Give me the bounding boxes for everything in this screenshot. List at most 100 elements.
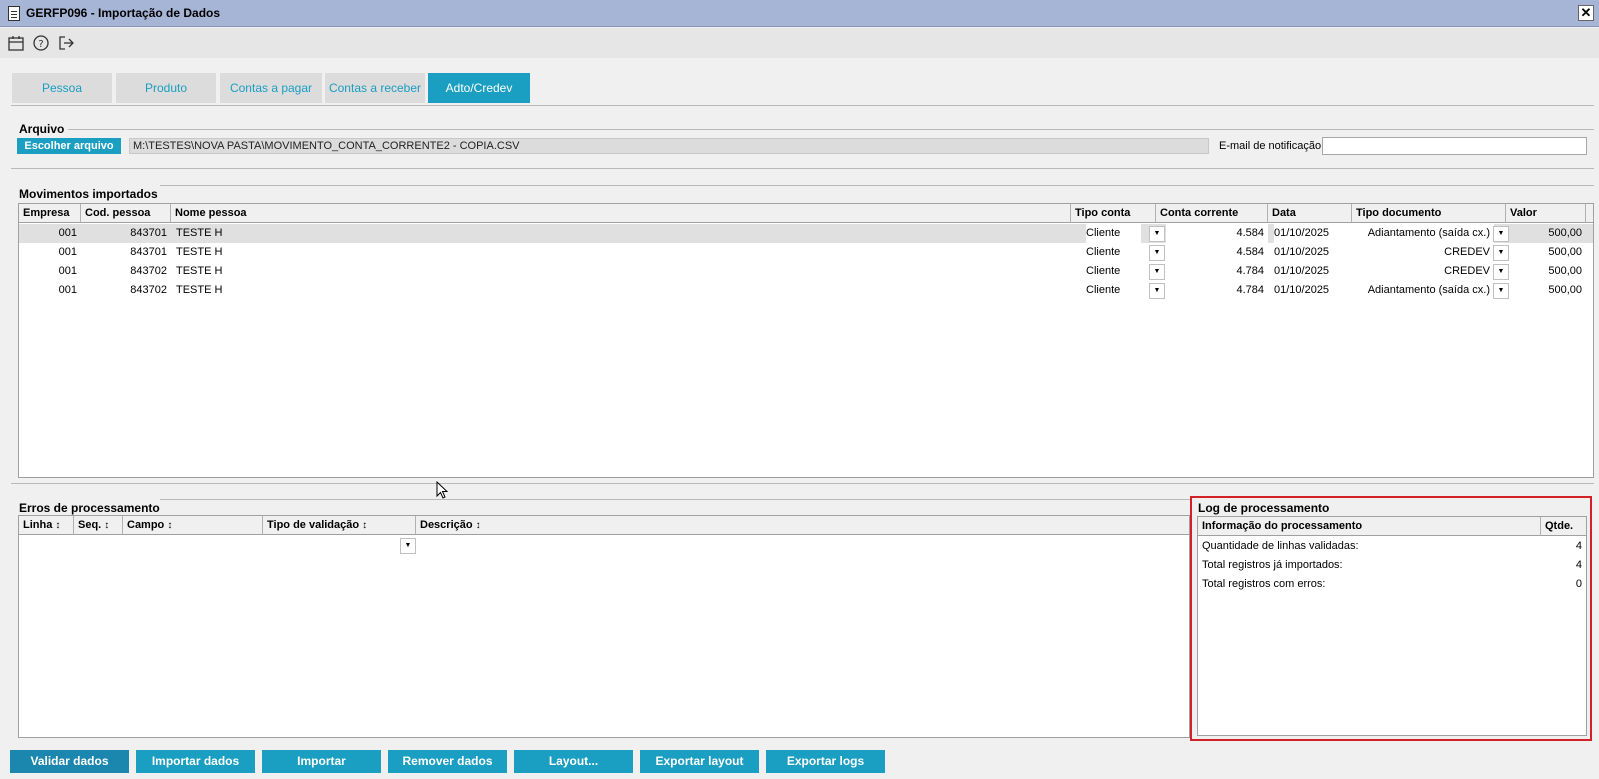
col-linha[interactable]: Linha ↕ bbox=[19, 516, 74, 535]
cell-conta-corrente: 4.584 bbox=[1166, 224, 1268, 243]
exportar-layout-button[interactable]: Exportar layout bbox=[640, 750, 759, 773]
col-label: Seq. bbox=[78, 519, 102, 531]
sort-icon: ↕ bbox=[167, 520, 173, 531]
log-info: Quantidade de linhas validadas: bbox=[1202, 540, 1359, 552]
chevron-down-icon[interactable]: ▼ bbox=[1493, 264, 1509, 280]
remover-dados-button[interactable]: Remover dados bbox=[388, 750, 507, 773]
cell-tipo-documento[interactable]: CREDEV bbox=[1352, 262, 1494, 281]
divider bbox=[11, 168, 1594, 169]
col-descricao[interactable]: Descrição ↕ bbox=[416, 516, 1189, 535]
col-nome-pessoa[interactable]: Nome pessoa bbox=[171, 204, 1071, 223]
chevron-down-icon[interactable]: ▼ bbox=[1493, 226, 1509, 242]
cell-valor: 500,00 bbox=[1548, 265, 1582, 277]
cell-tipo-conta[interactable]: Cliente bbox=[1086, 243, 1141, 262]
cell-conta-corrente: 4.584 bbox=[1236, 246, 1264, 258]
sort-icon: ↕ bbox=[475, 520, 481, 531]
cell-empresa: 001 bbox=[58, 246, 77, 258]
chevron-down-icon[interactable]: ▼ bbox=[1493, 245, 1509, 261]
cell-nome-pessoa: TESTE H bbox=[176, 284, 223, 296]
col-informacao[interactable]: Informação do processamento bbox=[1198, 517, 1541, 536]
col-label: Campo bbox=[127, 519, 165, 531]
tab-adto-credev[interactable]: Adto/Credev bbox=[428, 73, 530, 103]
col-qtde[interactable]: Qtde. bbox=[1541, 517, 1586, 536]
chevron-down-icon[interactable]: ▼ bbox=[400, 538, 416, 554]
validar-dados-button[interactable]: Validar dados bbox=[10, 750, 129, 773]
table-row[interactable]: 001 843701 TESTE H Cliente ▼ 4.584 01/10… bbox=[19, 224, 1593, 243]
movimentos-grid: Empresa Cod. pessoa Nome pessoa Tipo con… bbox=[18, 203, 1594, 478]
cell-tipo-documento[interactable]: CREDEV bbox=[1352, 243, 1494, 262]
tab-contas-a-receber[interactable]: Contas a receber bbox=[325, 73, 425, 103]
log-panel: Log de processamento Informação do proce… bbox=[1190, 496, 1592, 741]
col-cod-pessoa[interactable]: Cod. pessoa bbox=[81, 204, 171, 223]
grid-header: Informação do processamento Qtde. bbox=[1198, 517, 1586, 536]
chevron-down-icon[interactable]: ▼ bbox=[1149, 226, 1165, 242]
cell-tipo-conta[interactable]: Cliente bbox=[1086, 224, 1141, 243]
window-title: GERFP096 - Importação de Dados bbox=[26, 6, 221, 20]
cell-tipo-documento[interactable]: Adiantamento (saída cx.) bbox=[1352, 281, 1494, 300]
divider bbox=[160, 185, 1594, 186]
chevron-down-icon[interactable]: ▼ bbox=[1149, 264, 1165, 280]
col-campo[interactable]: Campo ↕ bbox=[123, 516, 263, 535]
chevron-down-icon[interactable]: ▼ bbox=[1493, 283, 1509, 299]
chevron-down-icon[interactable]: ▼ bbox=[1149, 283, 1165, 299]
log-info: Total registros com erros: bbox=[1202, 578, 1326, 590]
mouse-cursor-icon bbox=[436, 481, 449, 499]
email-field[interactable] bbox=[1322, 137, 1587, 155]
movimentos-label: Movimentos importados bbox=[19, 187, 158, 201]
list-item: Total registros já importados: 4 bbox=[1198, 556, 1586, 575]
exportar-logs-button[interactable]: Exportar logs bbox=[766, 750, 885, 773]
cell-cod-pessoa: 843701 bbox=[130, 227, 167, 239]
title-bar: GERFP096 - Importação de Dados ✕ bbox=[0, 0, 1599, 27]
col-label: Tipo de validação bbox=[267, 519, 360, 531]
col-tipo-conta[interactable]: Tipo conta bbox=[1071, 204, 1156, 223]
cell-valor: 500,00 bbox=[1548, 246, 1582, 258]
col-tipo-documento[interactable]: Tipo documento bbox=[1352, 204, 1506, 223]
importar-dados-button[interactable]: Importar dados bbox=[136, 750, 255, 773]
list-item: Quantidade de linhas validadas: 4 bbox=[1198, 537, 1586, 556]
col-valor[interactable]: Valor bbox=[1506, 204, 1586, 223]
choose-file-button[interactable]: Escolher arquivo bbox=[17, 138, 121, 154]
file-path-field: M:\TESTES\NOVA PASTA\MOVIMENTO_CONTA_COR… bbox=[129, 138, 1209, 154]
calendar-icon[interactable] bbox=[7, 34, 25, 52]
erros-label: Erros de processamento bbox=[19, 501, 160, 515]
cell-data: 01/10/2025 bbox=[1274, 284, 1330, 296]
help-icon[interactable]: ? bbox=[32, 34, 50, 52]
log-qtde: 4 bbox=[1575, 559, 1582, 571]
email-label: E-mail de notificação bbox=[1219, 140, 1322, 152]
cell-nome-pessoa: TESTE H bbox=[176, 265, 223, 277]
table-row[interactable]: 001 843702 TESTE H Cliente ▼ 4.784 01/10… bbox=[19, 262, 1593, 281]
table-row[interactable]: 001 843702 TESTE H Cliente ▼ 4.784 01/10… bbox=[19, 281, 1593, 300]
exit-icon[interactable] bbox=[57, 34, 75, 52]
cell-cod-pessoa: 843702 bbox=[130, 265, 167, 277]
col-conta-corrente[interactable]: Conta corrente bbox=[1156, 204, 1268, 223]
sort-icon: ↕ bbox=[55, 520, 61, 531]
layout-button[interactable]: Layout... bbox=[514, 750, 633, 773]
divider bbox=[11, 483, 1594, 484]
cell-tipo-conta[interactable]: Cliente bbox=[1086, 281, 1141, 300]
divider bbox=[68, 129, 1594, 130]
cell-nome-pessoa: TESTE H bbox=[176, 246, 223, 258]
divider bbox=[11, 105, 1594, 106]
tab-produto[interactable]: Produto bbox=[116, 73, 216, 103]
svg-text:?: ? bbox=[38, 39, 43, 50]
grid-header: Empresa Cod. pessoa Nome pessoa Tipo con… bbox=[19, 204, 1593, 223]
grid-header: Linha ↕ Seq. ↕ Campo ↕ Tipo de validação… bbox=[19, 516, 1189, 535]
tab-pessoa[interactable]: Pessoa bbox=[12, 73, 112, 103]
arquivo-label: Arquivo bbox=[19, 122, 65, 136]
close-button[interactable]: ✕ bbox=[1578, 5, 1594, 21]
erros-grid: Linha ↕ Seq. ↕ Campo ↕ Tipo de validação… bbox=[18, 515, 1190, 738]
cell-empresa: 001 bbox=[58, 284, 77, 296]
table-row[interactable]: 001 843701 TESTE H Cliente ▼ 4.584 01/10… bbox=[19, 243, 1593, 262]
tab-contas-a-pagar[interactable]: Contas a pagar bbox=[220, 73, 322, 103]
col-seq[interactable]: Seq. ↕ bbox=[74, 516, 123, 535]
cell-valor: 500,00 bbox=[1548, 227, 1582, 239]
cell-tipo-conta[interactable]: Cliente bbox=[1086, 262, 1141, 281]
col-data[interactable]: Data bbox=[1268, 204, 1352, 223]
col-tipo-validacao[interactable]: Tipo de validação ↕ bbox=[263, 516, 416, 535]
sort-icon: ↕ bbox=[362, 520, 368, 531]
importar-background-button[interactable]: Importar background bbox=[262, 750, 381, 779]
cell-conta-corrente: 4.784 bbox=[1236, 265, 1264, 277]
cell-tipo-documento[interactable]: Adiantamento (saída cx.) bbox=[1352, 224, 1494, 243]
col-empresa[interactable]: Empresa bbox=[19, 204, 81, 223]
chevron-down-icon[interactable]: ▼ bbox=[1149, 245, 1165, 261]
